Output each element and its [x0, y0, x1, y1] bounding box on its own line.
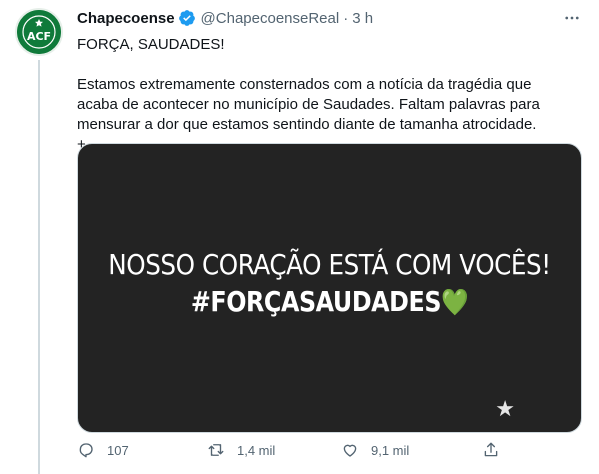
retweet-count: 1,4 mil — [237, 442, 276, 458]
retweet-icon — [208, 444, 224, 456]
tweet-header: Chapecoense @ChapecoenseReal · 3 h — [77, 8, 582, 28]
reply-count: 107 — [107, 442, 129, 458]
media-text-line2: #FORÇASAUDADES💚 — [116, 285, 544, 318]
reply-icon — [79, 443, 93, 458]
share-button[interactable] — [482, 441, 500, 459]
tweet-media-image[interactable]: NOSSO CORAÇÃO ESTÁ COM VOCÊS! #FORÇASAUD… — [77, 143, 582, 433]
svg-text:ACF: ACF — [27, 30, 51, 43]
thread-line — [38, 60, 40, 474]
more-icon[interactable] — [562, 8, 582, 28]
like-button[interactable]: 9,1 mil — [341, 441, 409, 459]
star-icon: ★ — [495, 396, 515, 421]
avatar[interactable]: ACF — [15, 8, 63, 56]
account-handle[interactable]: @ChapecoenseReal — [201, 10, 340, 27]
media-hashtag: #FORÇASAUDADES — [190, 285, 442, 318]
separator-dot: · — [343, 9, 349, 27]
reply-button[interactable]: 107 — [77, 441, 129, 459]
chapecoense-crest-icon: ACF — [17, 10, 61, 54]
tweet-time[interactable]: 3 h — [352, 10, 373, 27]
tweet-headline: FORÇA, SAUDADES! — [77, 36, 225, 53]
media-text-line1: NOSSO CORAÇÃO ESTÁ COM VOCÊS! — [108, 248, 551, 281]
heart-outline-icon — [343, 444, 357, 457]
like-count: 9,1 mil — [371, 442, 410, 458]
account-name[interactable]: Chapecoense — [77, 10, 175, 27]
tweet-actions: 107 1,4 mil 9,1 mil — [77, 439, 507, 461]
green-heart-icon: 💚 — [441, 288, 469, 318]
verified-badge-icon — [178, 10, 195, 26]
share-icon — [484, 442, 498, 457]
retweet-button[interactable]: 1,4 mil — [207, 441, 275, 459]
